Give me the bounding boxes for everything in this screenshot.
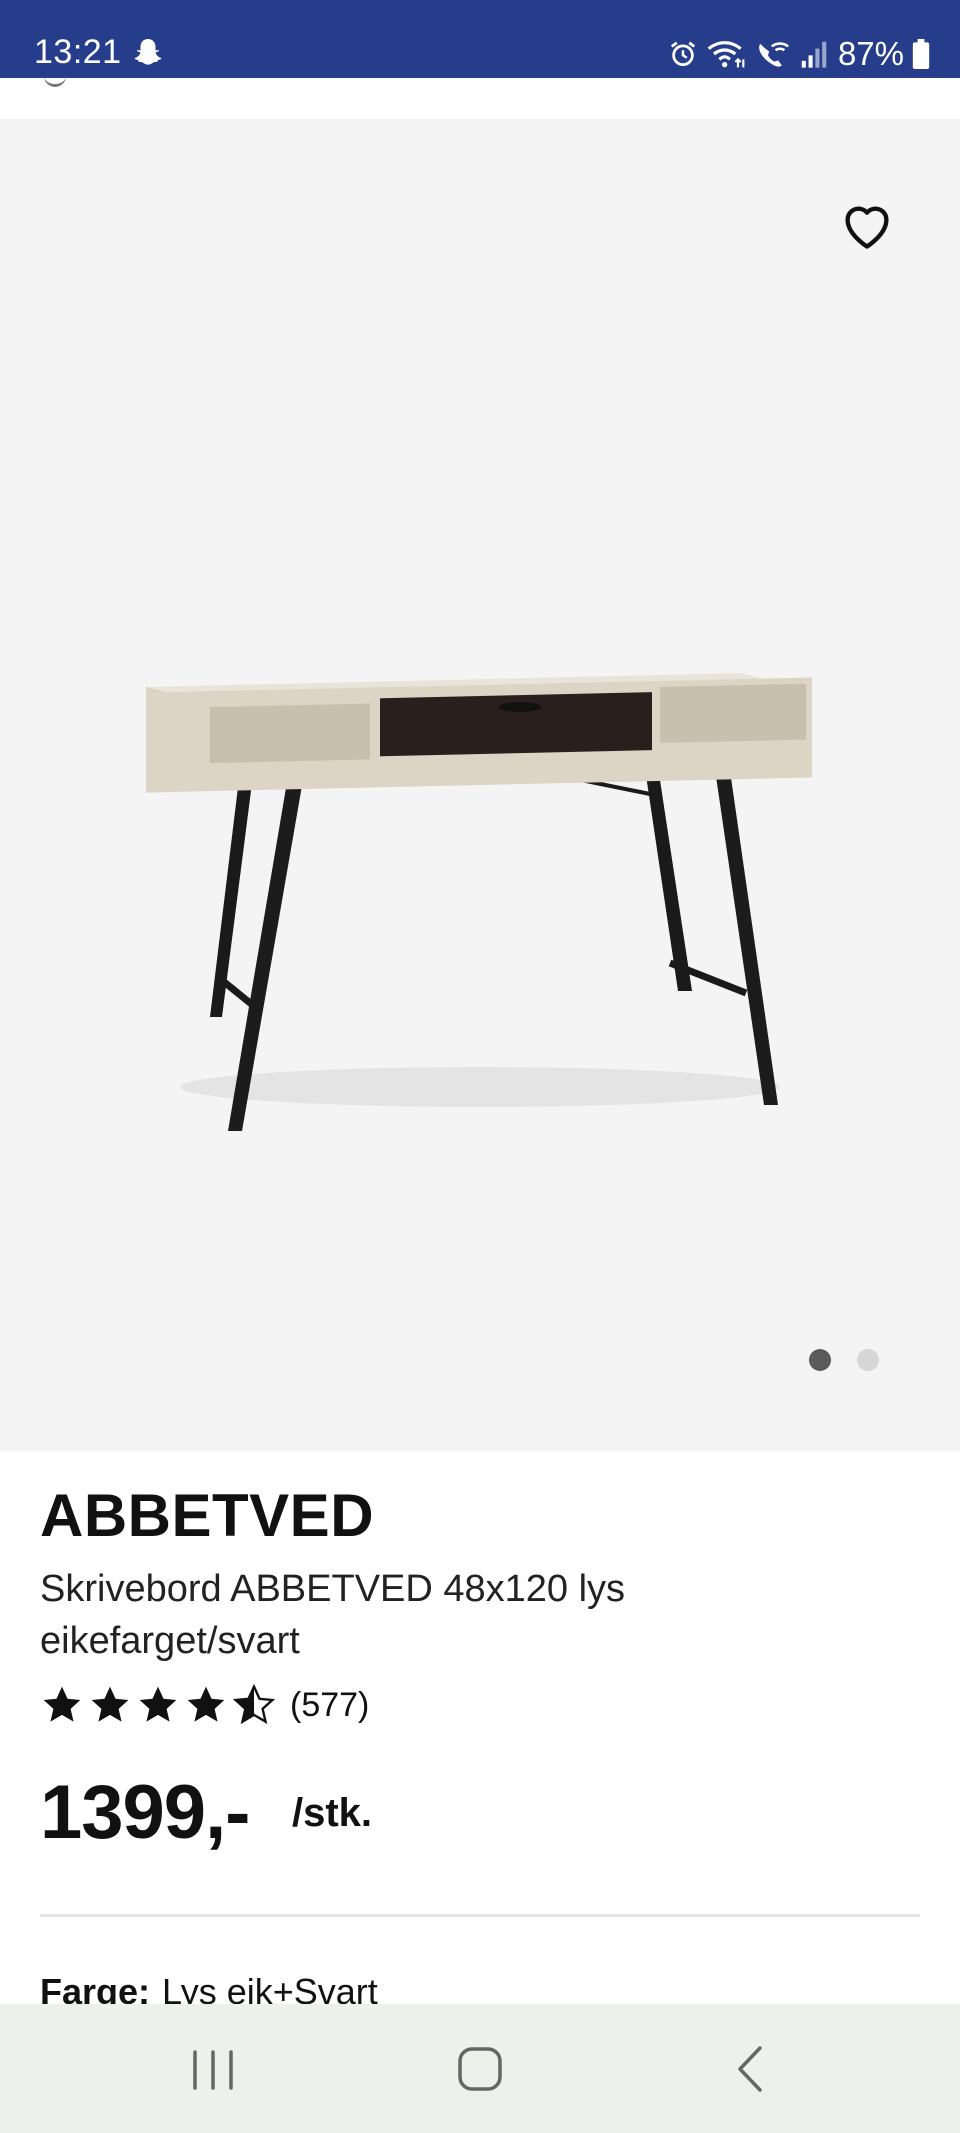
star-full-icon [184,1683,228,1727]
system-navigation-bar [0,2004,960,2133]
home-icon[interactable] [450,2044,510,2094]
desk-image [146,673,812,1131]
snapchat-icon [134,39,162,65]
star-full-icon [136,1683,180,1727]
recents-icon[interactable] [183,2044,243,2094]
status-bar: 13:21 87% [0,0,960,78]
signal-icon [801,41,827,68]
pagination-dot-active[interactable] [809,1349,831,1371]
battery-icon [912,39,930,69]
heart-outline-icon[interactable] [838,197,896,255]
star-full-icon [88,1683,132,1727]
wifi-calling-icon [759,42,789,67]
product-rating[interactable]: (577) [40,1683,369,1727]
review-count: (577) [290,1685,370,1724]
product-price: 1399,- [40,1770,250,1855]
product-title: Skrivebord ABBETVED 48x120 lys eikefarge… [40,1568,626,1662]
wifi-icon [707,41,745,68]
gallery-pagination [809,1349,879,1371]
battery-percent: 87% [837,35,904,72]
header-strip [0,78,960,119]
divider [40,1914,920,1917]
status-time: 13:21 [34,33,122,71]
star-half-icon [232,1683,276,1727]
product-image-gallery[interactable] [0,119,960,1451]
product-brand: ABBETVED [40,1482,375,1549]
star-full-icon [40,1683,84,1727]
back-icon[interactable] [720,2044,780,2094]
truncated-header-text [44,76,66,87]
price-unit: /stk. [292,1791,373,1835]
alarm-icon [670,41,696,66]
status-icons: 87% [668,34,930,74]
rating-stars [40,1683,276,1727]
pagination-dot[interactable] [857,1349,879,1371]
